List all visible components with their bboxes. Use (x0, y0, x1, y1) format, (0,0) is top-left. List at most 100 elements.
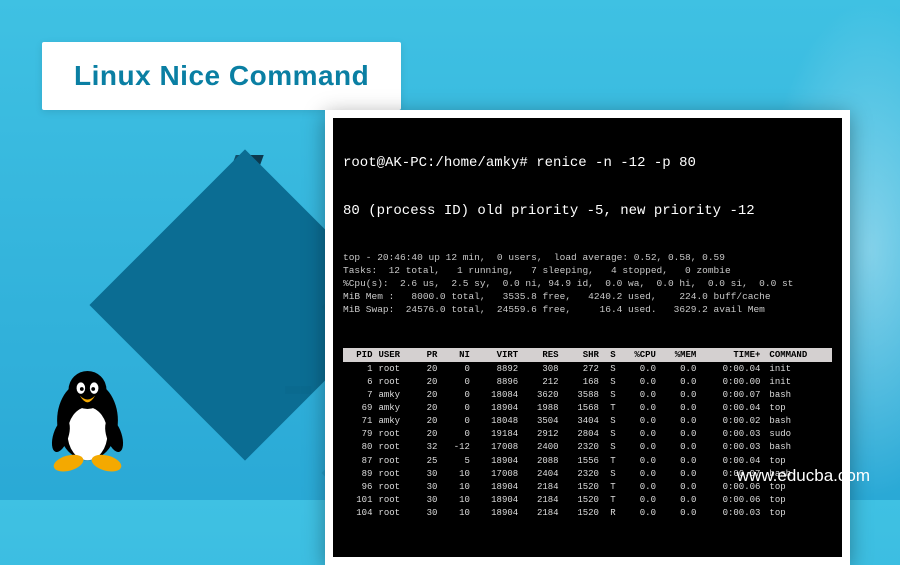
table-header-cell: USER (375, 348, 415, 362)
table-cell: T (602, 480, 619, 493)
table-cell: 20 (416, 428, 441, 441)
table-cell: 0.0 (619, 494, 659, 507)
table-cell: 3504 (521, 415, 561, 428)
table-cell: 32 (416, 441, 441, 454)
table-cell: 0.0 (619, 441, 659, 454)
table-cell: 1988 (521, 402, 561, 415)
table-cell: 17008 (473, 441, 521, 454)
table-cell: 10 (440, 467, 472, 480)
table-cell: 10 (440, 494, 472, 507)
table-cell: 1520 (562, 480, 602, 493)
table-cell: 0:00.03 (699, 507, 763, 520)
table-cell: 7 (343, 388, 375, 401)
table-cell: 1 (343, 362, 375, 375)
table-cell: 1568 (562, 402, 602, 415)
table-cell: 2184 (521, 480, 561, 493)
table-cell: 104 (343, 507, 375, 520)
table-cell: 2804 (562, 428, 602, 441)
table-header-cell: %MEM (659, 348, 699, 362)
table-cell: S (602, 441, 619, 454)
table-cell: 0:00.07 (699, 388, 763, 401)
table-cell: 30 (416, 494, 441, 507)
table-cell: T (602, 402, 619, 415)
table-cell: 0.0 (619, 467, 659, 480)
table-cell: 20 (416, 415, 441, 428)
table-cell: top (763, 402, 832, 415)
table-cell: 2912 (521, 428, 561, 441)
table-cell: 2184 (521, 507, 561, 520)
table-cell: 0.0 (659, 467, 699, 480)
table-cell: 0:00.03 (699, 441, 763, 454)
table-row: 79root2001918429122804S0.00.00:00.03sudo (343, 428, 832, 441)
table-cell: 0 (440, 402, 472, 415)
table-cell: 308 (521, 362, 561, 375)
table-cell: init (763, 362, 832, 375)
table-header-cell: RES (521, 348, 561, 362)
table-cell: top (763, 494, 832, 507)
table-cell: 0.0 (619, 415, 659, 428)
table-cell: 0.0 (659, 362, 699, 375)
table-header-cell: S (602, 348, 619, 362)
table-cell: 71 (343, 415, 375, 428)
table-cell: 0.0 (619, 507, 659, 520)
table-cell: 0.0 (659, 428, 699, 441)
table-cell: 0.0 (659, 388, 699, 401)
table-cell: 0.0 (659, 415, 699, 428)
table-cell: 18904 (473, 480, 521, 493)
table-cell: 0 (440, 428, 472, 441)
table-cell: bash (763, 441, 832, 454)
table-cell: 79 (343, 428, 375, 441)
table-cell: bash (763, 415, 832, 428)
table-cell: 30 (416, 467, 441, 480)
table-cell: 10 (440, 507, 472, 520)
table-cell: 8896 (473, 375, 521, 388)
table-cell: 19184 (473, 428, 521, 441)
table-cell: T (602, 494, 619, 507)
table-cell: 80 (343, 441, 375, 454)
table-cell: 89 (343, 467, 375, 480)
table-cell: 0.0 (619, 480, 659, 493)
table-cell: sudo (763, 428, 832, 441)
table-cell: root (375, 507, 415, 520)
table-cell: 1556 (562, 454, 602, 467)
terminal-command-line: root@AK-PC:/home/amky# renice -n -12 -p … (343, 154, 832, 173)
terminal-window: root@AK-PC:/home/amky# renice -n -12 -p … (333, 118, 842, 557)
table-cell: 18904 (473, 454, 521, 467)
table-cell: 1520 (562, 494, 602, 507)
table-cell: 1520 (562, 507, 602, 520)
table-cell: root (375, 454, 415, 467)
table-cell: 0 (440, 375, 472, 388)
terminal-card: root@AK-PC:/home/amky# renice -n -12 -p … (325, 110, 850, 565)
table-cell: 2320 (562, 467, 602, 480)
process-table: PIDUSERPRNIVIRTRESSHRS%CPU%MEMTIME+COMMA… (343, 348, 832, 520)
table-cell: T (602, 454, 619, 467)
table-cell: amky (375, 402, 415, 415)
table-cell: S (602, 375, 619, 388)
table-header-row: PIDUSERPRNIVIRTRESSHRS%CPU%MEMTIME+COMMA… (343, 348, 832, 362)
table-cell: 18048 (473, 415, 521, 428)
table-row: 104root30101890421841520R0.00.00:00.03to… (343, 507, 832, 520)
table-header-cell: PR (416, 348, 441, 362)
table-cell: 30 (416, 480, 441, 493)
table-cell: 0.0 (659, 375, 699, 388)
table-cell: S (602, 428, 619, 441)
site-url: www.educba.com (737, 466, 870, 486)
table-cell: 0:00.02 (699, 415, 763, 428)
table-cell: top (763, 507, 832, 520)
table-cell: root (375, 428, 415, 441)
table-cell: 2184 (521, 494, 561, 507)
table-cell: 0 (440, 388, 472, 401)
table-cell: 20 (416, 375, 441, 388)
table-cell: 20 (416, 388, 441, 401)
table-cell: 20 (416, 402, 441, 415)
tux-penguin-icon (40, 363, 135, 478)
table-cell: 10 (440, 480, 472, 493)
table-header-cell: COMMAND (763, 348, 832, 362)
table-cell: 101 (343, 494, 375, 507)
table-cell: 30 (416, 507, 441, 520)
table-cell: 6 (343, 375, 375, 388)
table-cell: 0.0 (659, 507, 699, 520)
command-text: renice -n -12 -p 80 (536, 155, 696, 171)
table-row: 101root30101890421841520T0.00.00:00.06to… (343, 494, 832, 507)
table-cell: 25 (416, 454, 441, 467)
